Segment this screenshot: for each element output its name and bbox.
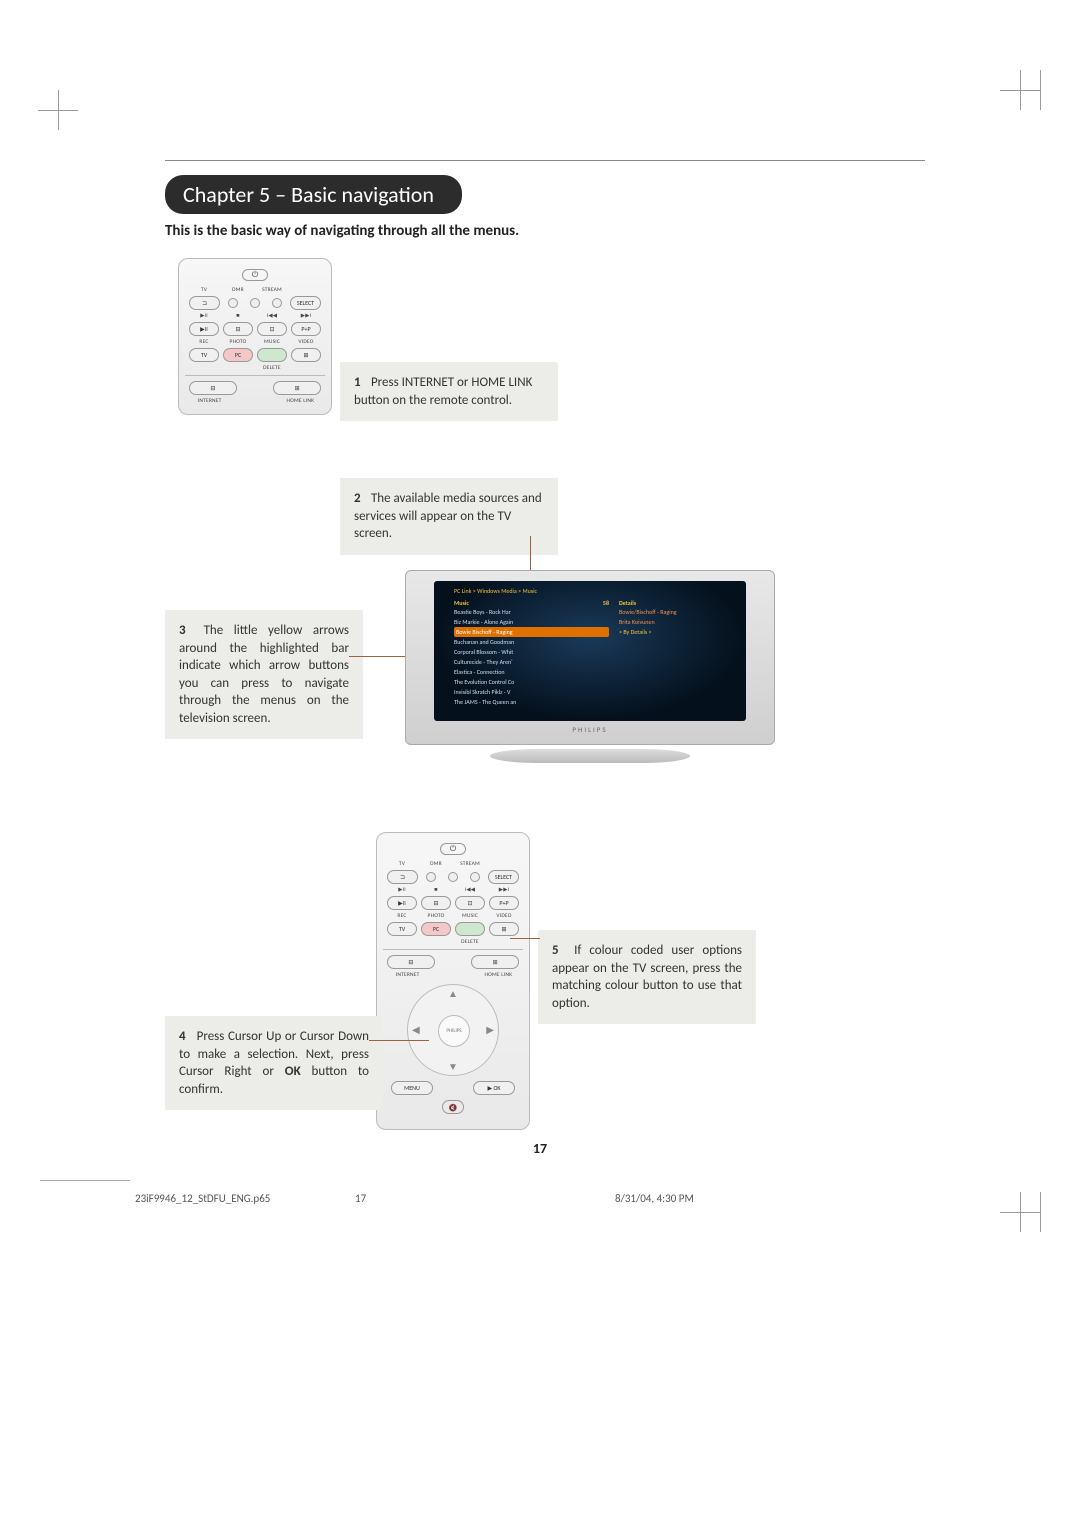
tv-list-item: The JAMS - The Queen an xyxy=(454,697,609,707)
internet-button: ⊟ xyxy=(189,381,237,395)
step-5: 5 If colour coded user options appear on… xyxy=(538,930,756,1024)
tv-left-header: Music xyxy=(454,599,469,607)
label-music: MUSIC xyxy=(255,339,289,345)
tv-list-item: Biz Markie - Alone Again xyxy=(454,617,609,627)
guide-button: ⊡ xyxy=(257,322,287,336)
label-dmr: DMR xyxy=(221,287,255,293)
tv-list-item: Invisibl Skratch Piklz - V xyxy=(454,687,609,697)
leader-4 xyxy=(369,1040,429,1041)
step-4: 4 Press Cursor Up or Cursor Down to make… xyxy=(165,1016,383,1110)
tv-breadcrumb: PC Link > Windows Media > Music xyxy=(454,587,537,595)
step-5-num: 5 xyxy=(552,942,566,960)
step-2-text: The available media sources and services… xyxy=(354,491,542,541)
stop-button: ⊟ xyxy=(223,322,253,336)
label-homelink: HOME LINK xyxy=(278,398,323,404)
led-tv xyxy=(228,298,238,308)
tv-brand: PHILIPS xyxy=(434,721,746,734)
tv-right-link: > By Details > xyxy=(619,627,704,637)
footer-timestamp: 8/31/04, 4:30 PM xyxy=(615,1192,694,1205)
footer: 23iF9946_12_StDFU_ENG.p65 17 8/31/04, 4:… xyxy=(135,1192,935,1205)
video-button: ⊞ xyxy=(291,348,321,362)
label-tv: TV xyxy=(187,287,221,293)
tv-right-sub1: Bowie/Bischoff - Raging xyxy=(619,607,704,617)
step-3: 3 The little yellow arrows around the hi… xyxy=(165,610,363,739)
step-1: 1 Press INTERNET or HOME LINK button on … xyxy=(340,362,558,421)
pc-button-red: PC xyxy=(223,348,253,362)
step-4-num: 4 xyxy=(179,1028,193,1046)
chapter-title: Chapter 5 – Basic navigation xyxy=(165,175,462,214)
label-prev: I◀◀ xyxy=(255,313,289,319)
tv-list-item: Buchanan and Goodman xyxy=(454,637,609,647)
label-photo: PHOTO xyxy=(221,339,255,345)
menu-button: MENU xyxy=(391,1081,433,1095)
footer-page: 17 xyxy=(355,1192,615,1205)
tv-left-count: 58 xyxy=(603,599,609,607)
step-2: 2 The available media sources and servic… xyxy=(340,478,558,555)
pc-button-red: PC xyxy=(421,922,451,936)
step-2-num: 2 xyxy=(354,490,368,508)
blank-button-green xyxy=(257,348,287,362)
ext-button: ⊐ xyxy=(387,870,418,884)
leader-5 xyxy=(510,938,540,939)
playpause-button: ▶II xyxy=(189,322,219,336)
label-stop: ■ xyxy=(221,313,255,319)
page-number: 17 xyxy=(0,1140,1080,1157)
power-icon xyxy=(242,269,268,281)
ok-button: ▶ OK xyxy=(473,1081,515,1095)
step-4-strong: OK xyxy=(285,1064,301,1079)
step-5-text: If colour coded user options appear on t… xyxy=(552,943,742,1011)
tv-list-item: Bowie Bischoff - Raging xyxy=(454,627,609,637)
tv-list-item: The Evolution Control Co xyxy=(454,677,609,687)
step-1-text: Press INTERNET or HOME LINK button on th… xyxy=(354,375,532,408)
remote-control-bottom: TV DMR STREAM ⊐ SELECT ▶II ■ I◀◀ ▶▶I ▶II… xyxy=(376,832,530,1130)
homelink-button: ⊞ xyxy=(273,381,321,395)
label-stream: STREAM xyxy=(255,287,289,293)
label-next: ▶▶I xyxy=(289,313,323,319)
label-rec: REC xyxy=(187,339,221,345)
tv-monitor: PC Link > Windows Media > Music Music58 … xyxy=(405,570,775,763)
divider xyxy=(165,160,925,161)
led-stream xyxy=(272,298,282,308)
footer-file: 23iF9946_12_StDFU_ENG.p65 xyxy=(135,1192,355,1205)
step-1-num: 1 xyxy=(354,374,368,392)
tv-right-header: Details xyxy=(619,599,636,607)
tv-list-item: Culturecide - They Aren' xyxy=(454,657,609,667)
label-delete: DELETE xyxy=(255,365,289,371)
select-button: SELECT xyxy=(290,296,321,310)
internet-button: ⊟ xyxy=(387,955,435,969)
homelink-button: ⊞ xyxy=(471,955,519,969)
label-video: VIDEO xyxy=(289,339,323,345)
step-3-num: 3 xyxy=(179,622,193,640)
tv-list-item: Elastica - Connection xyxy=(454,667,609,677)
tv-list-item: Corporal Blossom - Whit xyxy=(454,647,609,657)
tv-screen: PC Link > Windows Media > Music Music58 … xyxy=(434,581,746,721)
ext-button: ⊐ xyxy=(189,296,220,310)
divider xyxy=(40,1180,130,1181)
dpad: ▲ ▼ ◀ ▶ PHILIPS xyxy=(407,984,499,1076)
intro-text: This is the basic way of navigating thro… xyxy=(165,222,519,240)
remote-control-top: TV DMR STREAM ⊐ SELECT ▶II ■ I◀◀ ▶▶I ▶II… xyxy=(178,258,332,415)
tv-right-sub2: Brita Koivunen xyxy=(619,617,704,627)
label-internet: INTERNET xyxy=(187,398,232,404)
led-dmr xyxy=(250,298,260,308)
tv-button: TV xyxy=(189,348,219,362)
tv-button: TV xyxy=(387,922,417,936)
pip-button: P+P xyxy=(291,322,321,336)
tv-list-item: Beastie Boys - Rock Har xyxy=(454,607,609,617)
blank-button-green xyxy=(455,922,485,936)
dpad-brand: PHILIPS xyxy=(438,1015,470,1047)
step-3-text: The little yellow arrows around the high… xyxy=(179,623,349,726)
label-playpause: ▶II xyxy=(187,313,221,319)
power-icon xyxy=(440,843,466,855)
mute-button: 🔇 xyxy=(442,1100,464,1114)
select-button: SELECT xyxy=(488,870,519,884)
